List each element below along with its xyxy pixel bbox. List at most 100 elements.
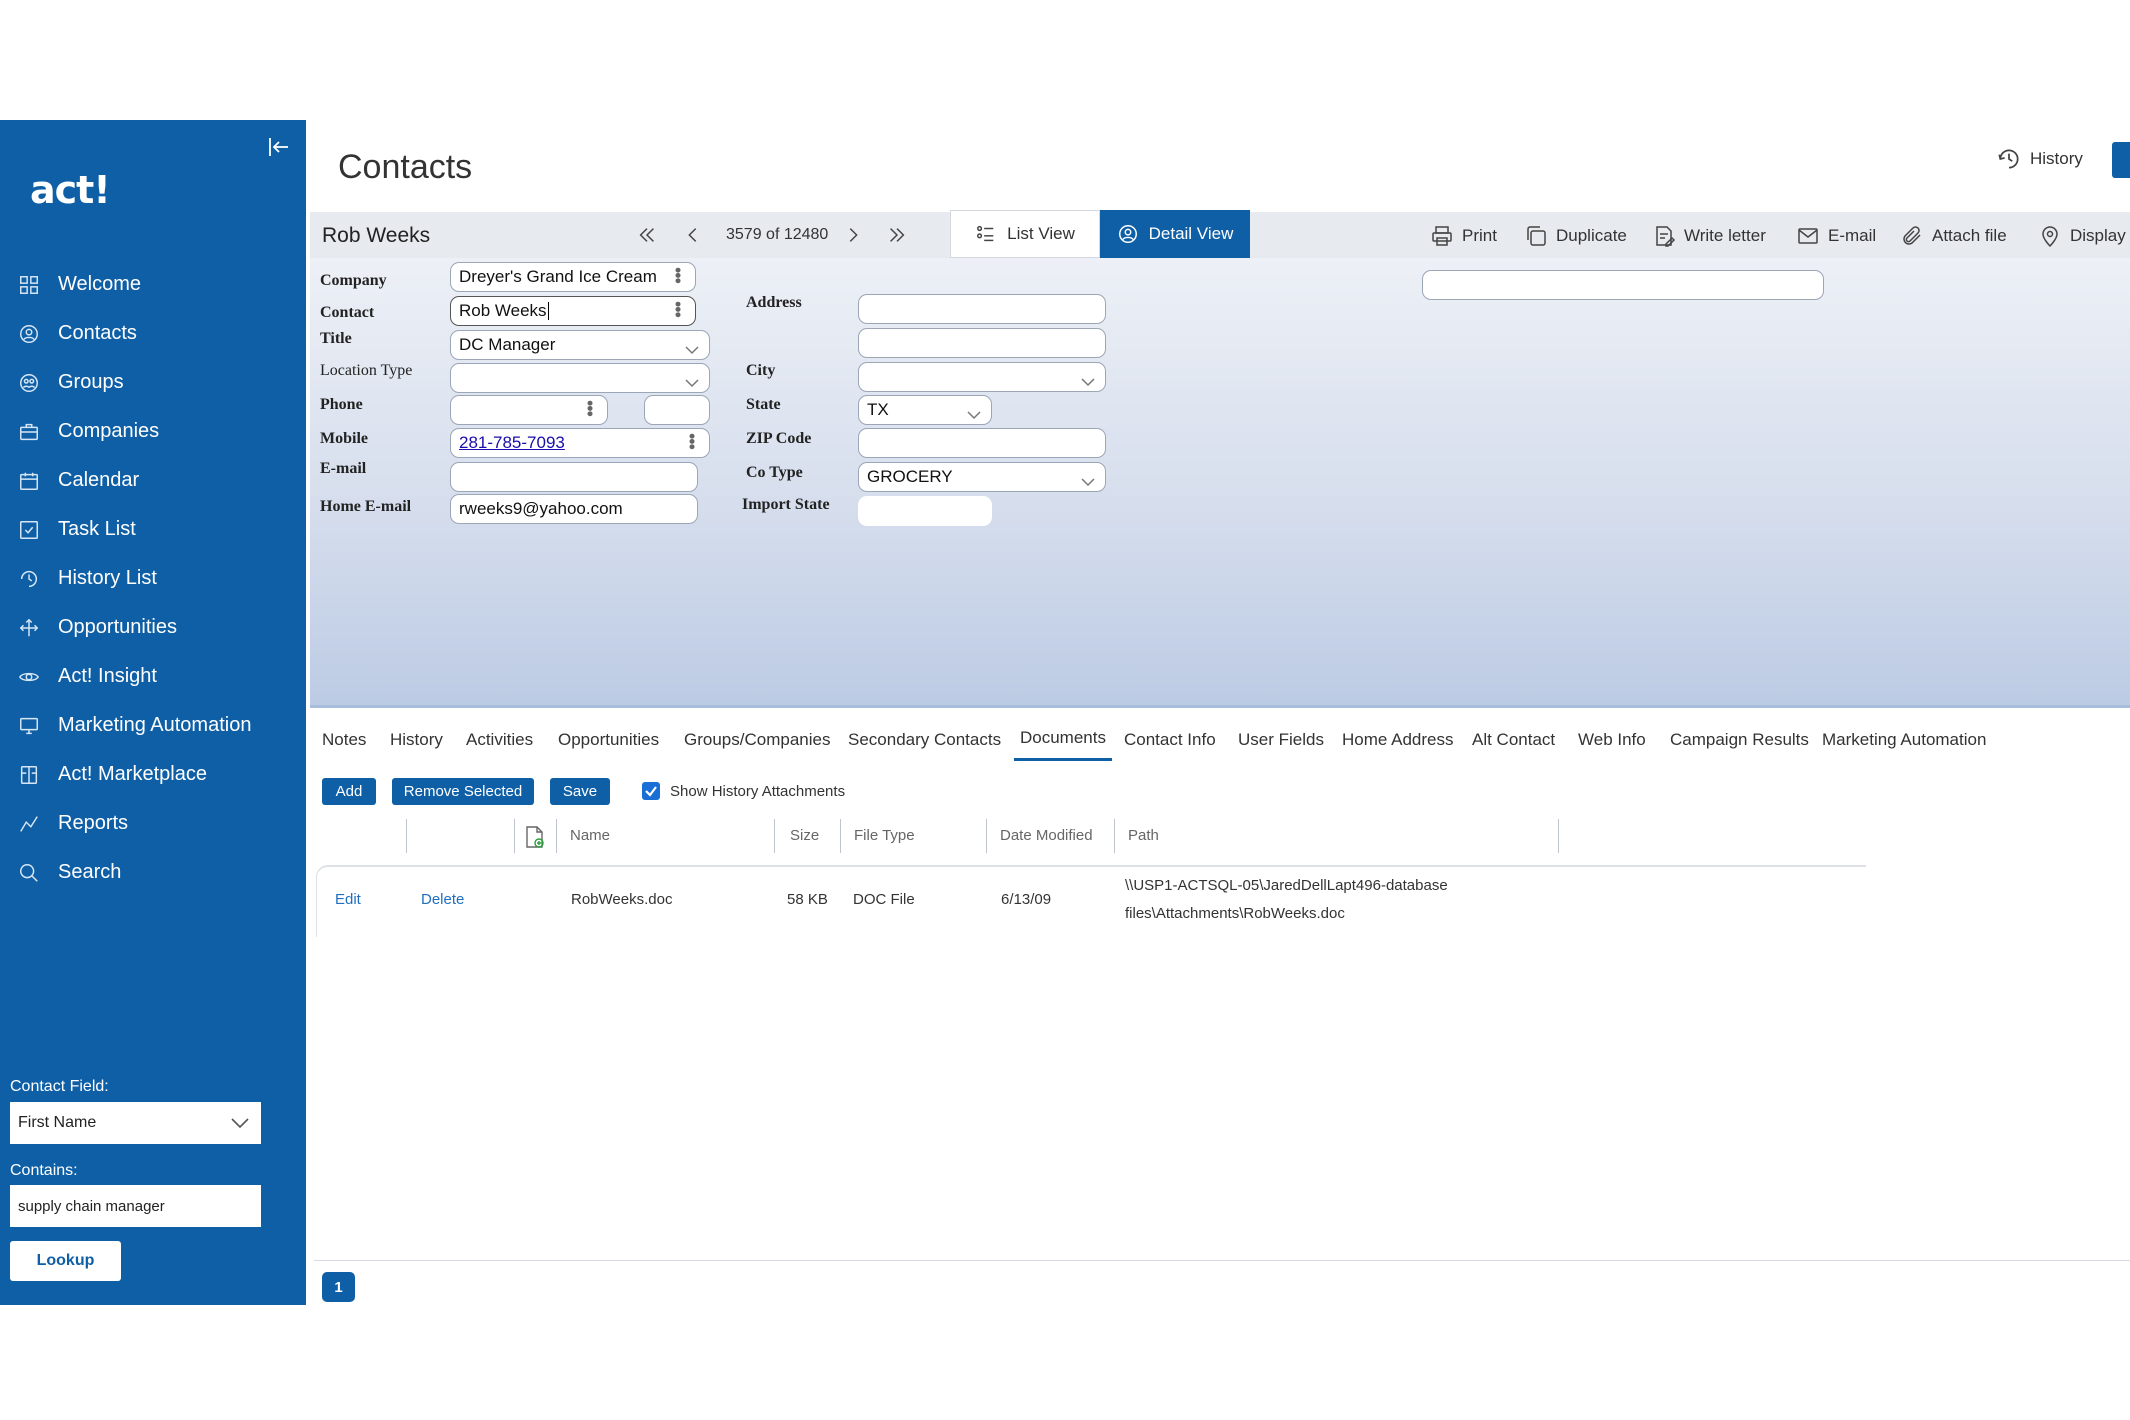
contact-label: Contact: [320, 304, 375, 321]
save-button[interactable]: Save: [550, 778, 610, 805]
attach-file-button[interactable]: Attach file: [1900, 224, 2007, 248]
sidebar-item-task-list[interactable]: Task List: [0, 505, 306, 554]
sidebar-item-reports[interactable]: Reports: [0, 799, 306, 848]
tab-activities[interactable]: Activities: [466, 730, 533, 750]
history-icon: [16, 566, 42, 592]
sidebar-item-label: Act! Marketplace: [58, 763, 207, 785]
email-button[interactable]: E-mail: [1796, 224, 1876, 248]
more-icon: •••: [668, 301, 688, 317]
tab-secondary-contacts[interactable]: Secondary Contacts: [848, 730, 1001, 750]
paperclip-icon: [1903, 226, 1921, 245]
zip-code-field[interactable]: [858, 428, 1106, 458]
mobile-field[interactable]: 281-785-7093 •••: [450, 428, 710, 458]
previous-record-button[interactable]: [680, 222, 706, 248]
double-chevron-right-icon: [890, 228, 905, 242]
tab-campaign-results[interactable]: Campaign Results: [1670, 730, 1809, 750]
address-line3-field[interactable]: [1422, 270, 1824, 300]
chevron-left-icon: [688, 228, 697, 242]
double-chevron-left-icon: [639, 228, 654, 242]
tab-alt-contact[interactable]: Alt Contact: [1472, 730, 1555, 750]
print-label: Print: [1462, 226, 1497, 245]
lookup-button[interactable]: Lookup: [10, 1241, 121, 1281]
remove-selected-button[interactable]: Remove Selected: [392, 778, 534, 805]
list-view-button[interactable]: List View: [950, 210, 1100, 258]
sidebar-item-marketing-automation[interactable]: Marketing Automation: [0, 701, 306, 750]
co-type-field[interactable]: GROCERY: [858, 462, 1106, 492]
more-icon: •••: [668, 267, 688, 283]
company-field[interactable]: Dreyer's Grand Ice Cream •••: [450, 262, 696, 292]
document-date-modified: 6/13/09: [1001, 891, 1052, 908]
search-icon: [16, 860, 42, 886]
sidebar-item-contacts[interactable]: Contacts: [0, 309, 306, 358]
print-button[interactable]: Print: [1430, 224, 1497, 248]
state-field[interactable]: TX: [858, 395, 992, 425]
chevron-down-icon: [685, 373, 699, 388]
tab-contact-info[interactable]: Contact Info: [1124, 730, 1216, 750]
column-file-type[interactable]: File Type: [854, 827, 915, 844]
address-line1-field[interactable]: [858, 294, 1106, 324]
sidebar-item-companies[interactable]: Companies: [0, 407, 306, 456]
company-value: Dreyer's Grand Ice Cream: [459, 267, 657, 286]
phone-label: Phone: [320, 396, 363, 413]
contact-field[interactable]: Rob Weeks •••: [450, 296, 696, 326]
phone-field[interactable]: •••: [450, 395, 608, 425]
co-type-value: GROCERY: [867, 467, 953, 486]
groups-icon: [16, 370, 42, 396]
sidebar-item-calendar[interactable]: Calendar: [0, 456, 306, 505]
more-icon: •••: [682, 433, 702, 449]
tab-opportunities[interactable]: Opportunities: [558, 730, 659, 750]
history-button[interactable]: History: [1996, 146, 2083, 172]
new-contact-button[interactable]: [2112, 142, 2130, 178]
last-record-button[interactable]: [884, 222, 910, 248]
first-record-button[interactable]: [634, 222, 660, 248]
sidebar-item-act-insight[interactable]: Act! Insight: [0, 652, 306, 701]
column-date-modified[interactable]: Date Modified: [1000, 827, 1093, 844]
tab-web-info[interactable]: Web Info: [1578, 730, 1646, 750]
collapse-sidebar-button[interactable]: [264, 132, 294, 162]
tab-home-address[interactable]: Home Address: [1342, 730, 1454, 750]
lookup-field-select[interactable]: First Name: [10, 1102, 261, 1144]
tab-history[interactable]: History: [390, 730, 443, 750]
column-name[interactable]: Name: [570, 827, 610, 844]
city-label: City: [746, 362, 776, 379]
duplicate-button[interactable]: Duplicate: [1524, 224, 1627, 248]
write-letter-button[interactable]: Write letter: [1652, 224, 1766, 248]
tab-groups-companies[interactable]: Groups/Companies: [684, 730, 830, 750]
tab-marketing-automation[interactable]: Marketing Automation: [1822, 730, 1986, 750]
sidebar-item-history-list[interactable]: History List: [0, 554, 306, 603]
sidebar-item-label: Groups: [58, 371, 124, 393]
add-document-button[interactable]: Add: [322, 778, 376, 805]
city-field[interactable]: [858, 362, 1106, 392]
tab-user-fields[interactable]: User Fields: [1238, 730, 1324, 750]
sidebar-item-welcome[interactable]: Welcome: [0, 260, 306, 309]
sidebar-item-act-marketplace[interactable]: Act! Marketplace: [0, 750, 306, 799]
eye-icon: [16, 664, 42, 690]
location-type-field[interactable]: [450, 363, 710, 393]
lookup-contains-input[interactable]: [10, 1185, 261, 1227]
show-history-attachments-checkbox[interactable]: Show History Attachments: [642, 782, 845, 800]
title-field[interactable]: DC Manager: [450, 330, 710, 360]
page-number-button[interactable]: 1: [322, 1272, 355, 1302]
detail-view-button[interactable]: Detail View: [1100, 210, 1250, 258]
sidebar-item-label: Opportunities: [58, 616, 177, 638]
email-field[interactable]: [450, 462, 698, 492]
phone-extension-field[interactable]: [644, 395, 710, 425]
delete-link[interactable]: Delete: [421, 891, 464, 908]
column-path[interactable]: Path: [1128, 827, 1159, 844]
sidebar-item-search[interactable]: Search: [0, 848, 306, 897]
document-path-line-2: files\Attachments\RobWeeks.doc: [1125, 905, 1345, 922]
sidebar-item-groups[interactable]: Groups: [0, 358, 306, 407]
edit-link[interactable]: Edit: [335, 891, 361, 908]
sidebar-item-opportunities[interactable]: Opportunities: [0, 603, 306, 652]
column-size[interactable]: Size: [790, 827, 819, 844]
home-email-field[interactable]: rweeks9@yahoo.com: [450, 494, 698, 524]
import-state-field[interactable]: [858, 496, 992, 526]
display-map-button[interactable]: Display m: [2038, 224, 2130, 248]
address-line2-field[interactable]: [858, 328, 1106, 358]
tab-notes[interactable]: Notes: [322, 730, 366, 750]
mobile-link[interactable]: 281-785-7093: [459, 433, 565, 453]
tab-documents[interactable]: Documents: [1014, 728, 1112, 761]
next-record-button[interactable]: [840, 222, 866, 248]
mobile-label: Mobile: [320, 430, 368, 447]
lookup-field-value: First Name: [18, 1114, 97, 1131]
